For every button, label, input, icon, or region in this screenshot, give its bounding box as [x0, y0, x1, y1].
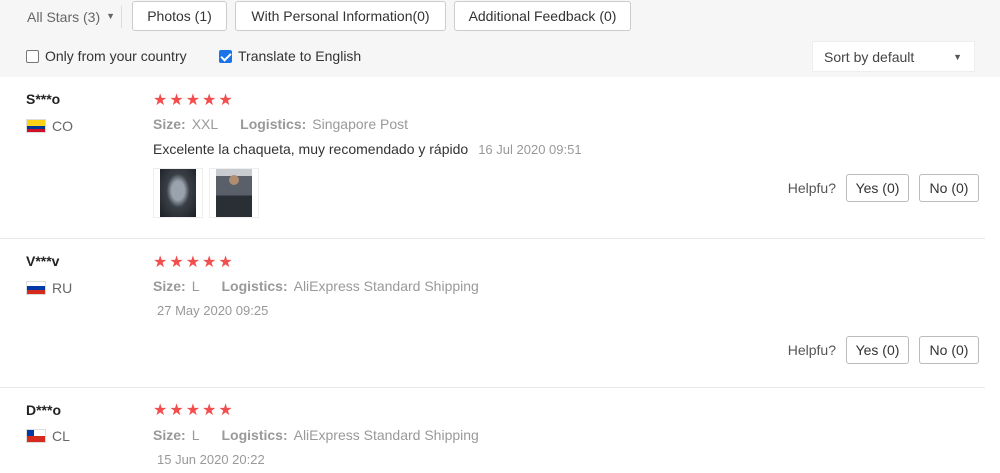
reviewer-country: CL: [26, 428, 70, 444]
star-icon: ★: [153, 402, 168, 419]
logistics-key: Logistics:: [221, 278, 288, 294]
divider: [121, 6, 122, 28]
only-your-country-checkbox[interactable]: Only from your country: [26, 48, 187, 64]
star-icon: ★: [218, 92, 233, 109]
star-icon: ★: [202, 254, 217, 271]
helpful-label: Helpfu?: [787, 342, 836, 358]
star-icon: ★: [169, 402, 184, 419]
review-photo-thumbnail[interactable]: [209, 168, 259, 218]
star-filter-dropdown[interactable]: All Stars (3) ▼: [27, 9, 115, 25]
star-icon: ★: [153, 254, 168, 271]
review-meta: Size: XXL Logistics: Singapore Post: [153, 116, 408, 132]
country-code: RU: [52, 280, 73, 296]
star-icon: ★: [169, 92, 184, 109]
size-key: Size:: [153, 116, 186, 132]
review-item: D***o CL ★ ★ ★ ★ ★ Size: L Logistics: Al…: [0, 388, 1000, 473]
only-your-country-label: Only from your country: [45, 48, 187, 64]
star-icon: ★: [218, 254, 233, 271]
star-icon: ★: [218, 402, 233, 419]
photos-filter-button[interactable]: Photos (1): [132, 1, 227, 31]
star-rating: ★ ★ ★ ★ ★: [153, 255, 233, 271]
checkbox-unchecked-icon[interactable]: [26, 49, 39, 63]
country-code: CL: [52, 428, 70, 444]
review-text: Excelente la chaqueta, muy recomendado y…: [153, 141, 469, 157]
size-key: Size:: [153, 278, 186, 294]
review-item: S***o CO ★ ★ ★ ★ ★ Size: XXL Logistics: …: [0, 77, 1000, 239]
reviewer-name: D***o: [26, 402, 62, 418]
review-date: 15 Jun 2020 20:22: [157, 452, 265, 467]
review-date: 16 Jul 2020 09:51: [478, 142, 582, 157]
sort-label: Sort by default: [824, 48, 915, 65]
star-filter-label: All Stars (3): [27, 9, 101, 25]
review-date: 27 May 2020 09:25: [157, 303, 269, 318]
size-key: Size:: [153, 427, 186, 443]
star-icon: ★: [153, 92, 168, 109]
country-code: CO: [52, 118, 73, 134]
reviewer-country: RU: [26, 280, 72, 296]
star-icon: ★: [185, 402, 201, 419]
russia-flag-icon: [26, 281, 46, 295]
helpful-yes-button[interactable]: Yes (0): [846, 174, 909, 202]
logistics-key: Logistics:: [221, 427, 288, 443]
star-rating: ★ ★ ★ ★ ★: [153, 403, 233, 419]
star-icon: ★: [202, 92, 217, 109]
star-icon: ★: [185, 254, 201, 271]
helpful-vote: Helpfu? Yes (0) No (0): [788, 336, 979, 364]
chile-flag-icon: [26, 429, 46, 443]
additional-feedback-filter-button[interactable]: Additional Feedback (0): [454, 1, 631, 31]
review-photo-thumbnail[interactable]: [153, 168, 203, 218]
review-meta: Size: L Logistics: AliExpress Standard S…: [153, 278, 479, 294]
personal-info-filter-button[interactable]: With Personal Information(0): [235, 1, 446, 31]
sort-dropdown[interactable]: Sort by default ▼: [812, 41, 975, 72]
helpful-no-button[interactable]: No (0): [919, 336, 979, 364]
translate-english-checkbox[interactable]: Translate to English: [219, 48, 361, 64]
reviewer-name: V***v: [26, 253, 60, 269]
person-photo-image: [216, 169, 252, 217]
size-value: L: [191, 278, 200, 294]
size-value: L: [191, 427, 200, 443]
logistics-key: Logistics:: [240, 116, 307, 132]
star-icon: ★: [202, 402, 217, 419]
colombia-flag-icon: [26, 119, 46, 133]
review-item: V***v RU ★ ★ ★ ★ ★ Size: L Logistics: Al…: [0, 239, 1000, 387]
review-filter-bar: All Stars (3) ▼ Photos (1) With Personal…: [0, 0, 1000, 77]
star-rating: ★ ★ ★ ★ ★: [153, 93, 233, 109]
jacket-photo-image: [160, 169, 196, 217]
star-icon: ★: [185, 92, 201, 109]
review-text-row: Excelente la chaqueta, muy recomendado y…: [153, 141, 582, 158]
translate-english-label: Translate to English: [238, 48, 362, 64]
reviewer-name: S***o: [26, 91, 61, 107]
checkbox-checked-icon[interactable]: [219, 49, 232, 63]
chevron-down-icon: ▼: [106, 11, 116, 21]
helpful-yes-button[interactable]: Yes (0): [846, 336, 909, 364]
review-meta: Size: L Logistics: AliExpress Standard S…: [153, 427, 479, 443]
helpful-label: Helpfu?: [787, 180, 836, 196]
helpful-no-button[interactable]: No (0): [919, 174, 979, 202]
reviewer-country: CO: [26, 118, 73, 134]
logistics-value: AliExpress Standard Shipping: [293, 427, 479, 443]
size-value: XXL: [191, 116, 219, 132]
helpful-vote: Helpfu? Yes (0) No (0): [788, 174, 979, 202]
review-photos: [153, 168, 259, 218]
logistics-value: Singapore Post: [312, 116, 409, 132]
star-icon: ★: [169, 254, 184, 271]
logistics-value: AliExpress Standard Shipping: [293, 278, 479, 294]
chevron-down-icon: ▼: [953, 51, 962, 62]
